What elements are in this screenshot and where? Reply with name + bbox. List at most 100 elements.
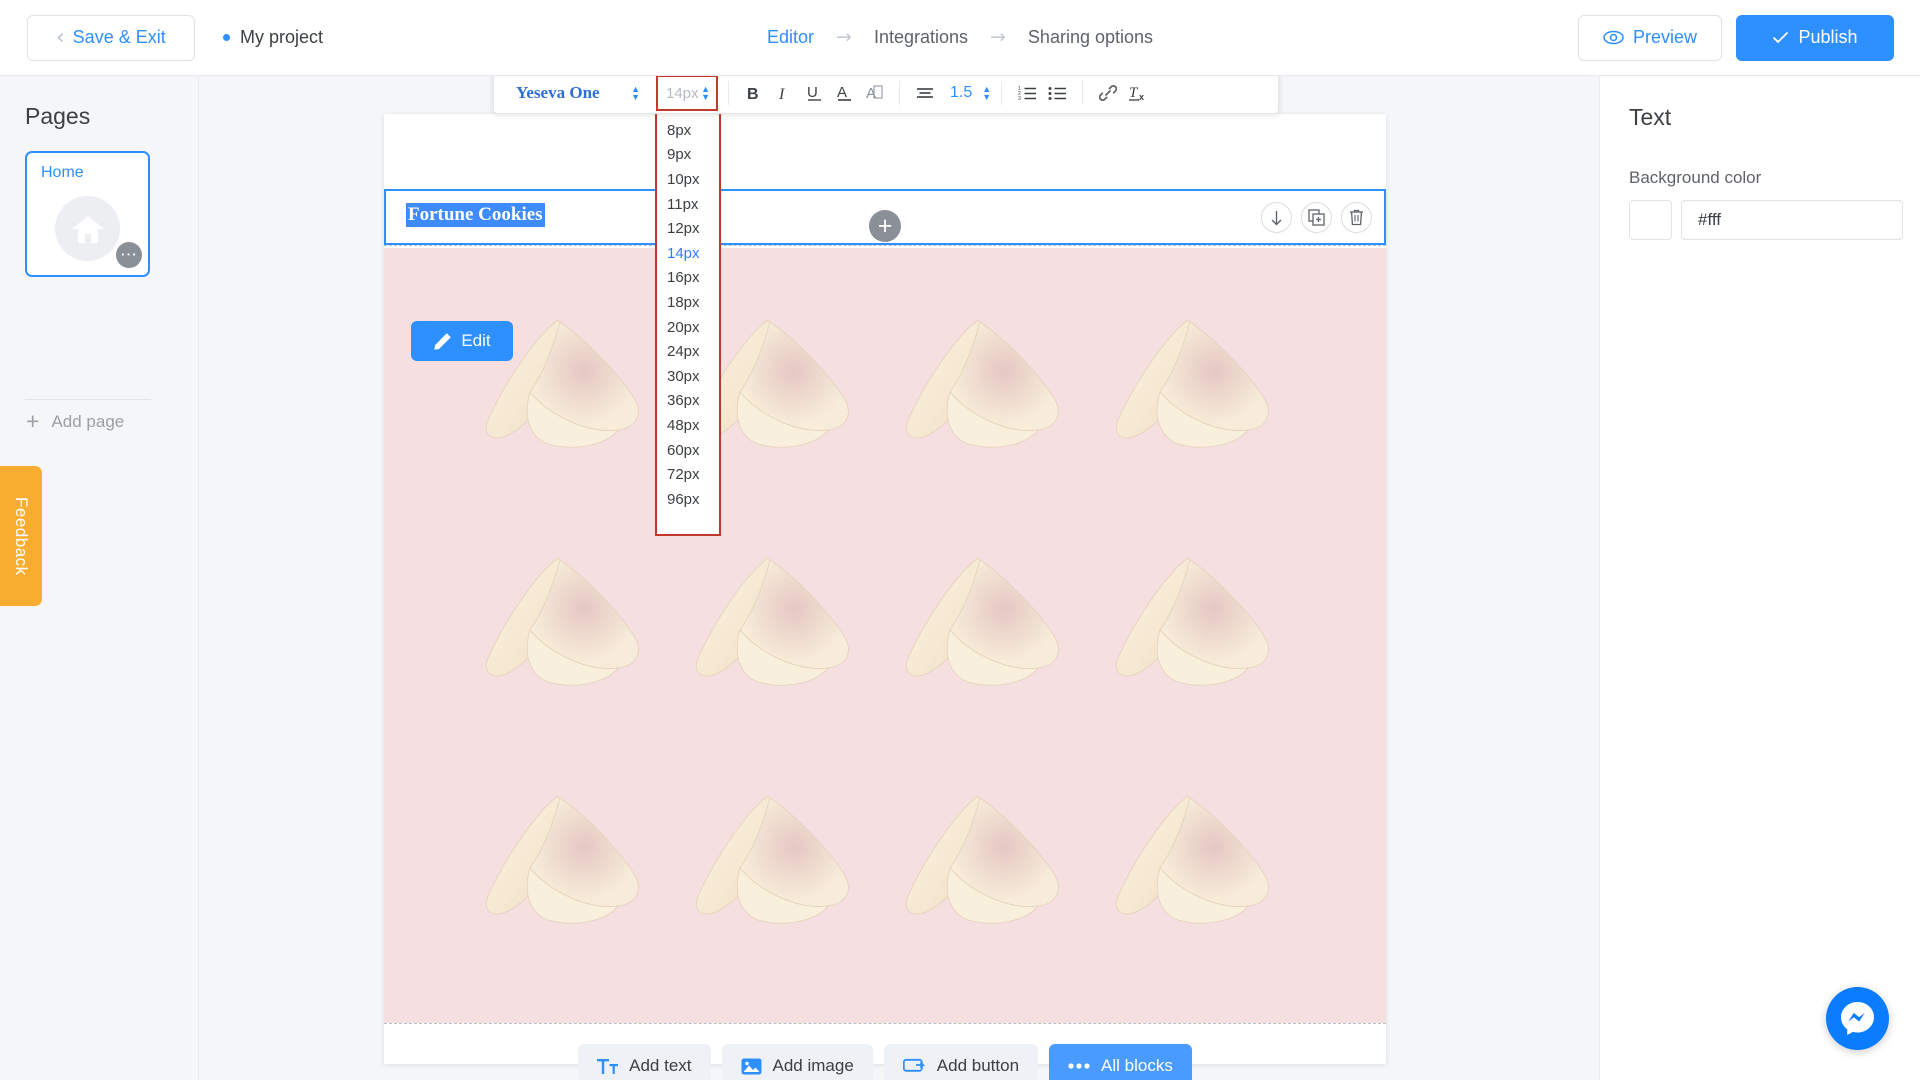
svg-text:A: A [866, 85, 876, 102]
ordered-list-button[interactable]: 123 [1012, 78, 1042, 108]
rich-text-toolbar: Yeseva One ▲ ▼ 14px ▲ ▼ B I U A A 1.5 ▲ ▼ [493, 76, 1279, 114]
line-height-value[interactable]: 1.5 [950, 84, 972, 102]
messenger-icon [1841, 1002, 1874, 1035]
color-swatch[interactable] [1629, 200, 1672, 240]
bullet-list-button[interactable] [1042, 78, 1072, 108]
plus-icon: + [26, 408, 40, 434]
add-page-label: Add page [51, 411, 125, 431]
font-size-select[interactable]: 14px ▲ ▼ [656, 76, 718, 111]
header-actions: Preview Publish [1578, 14, 1894, 61]
chevron-left-icon: ‹ [56, 25, 65, 49]
add-button-button[interactable]: Add button [883, 1044, 1039, 1080]
font-size-option[interactable]: 8px [657, 118, 719, 143]
preview-button[interactable]: Preview [1578, 14, 1722, 61]
fortune-cookie-grid [464, 300, 1304, 1014]
font-size-option[interactable]: 10px [657, 167, 719, 192]
tab-integrations[interactable]: Integrations [852, 27, 990, 48]
primary-nav: Editor → Integrations → Sharing options [745, 27, 1175, 48]
messenger-chat-button[interactable] [1826, 987, 1889, 1050]
preview-label: Preview [1632, 27, 1698, 47]
font-family-value: Yeseva One [516, 83, 600, 102]
font-size-dropdown[interactable]: 8px 9px 10px 11px 12px 14px 16px 18px 20… [655, 106, 721, 536]
insert-block-handle[interactable]: + [869, 210, 901, 242]
edit-image-button[interactable]: Edit [411, 321, 513, 361]
font-color-button[interactable]: A [829, 78, 859, 108]
add-text-button[interactable]: Add text [578, 1044, 711, 1080]
page-card-home[interactable]: Home ⋯ [25, 151, 150, 277]
link-button[interactable] [1093, 78, 1123, 108]
font-size-option[interactable]: 12px [657, 216, 719, 241]
text-block-content[interactable]: Fortune Cookies [406, 203, 545, 227]
all-blocks-label: All blocks [1101, 1056, 1173, 1075]
underline-button[interactable]: U [799, 78, 829, 108]
cookie-image [464, 776, 674, 1014]
add-block-bar: Add text Add image Add button All blocks [384, 1044, 1386, 1080]
duplicate-button[interactable] [1301, 202, 1332, 233]
trash-icon [1350, 209, 1363, 226]
feedback-label: Feedback [12, 496, 31, 576]
italic-button[interactable]: I [769, 78, 799, 108]
background-color-row: #fff [1629, 200, 1920, 240]
edit-label: Edit [461, 331, 491, 350]
hex-color-input[interactable]: #fff [1681, 200, 1903, 240]
font-family-select[interactable]: Yeseva One ▲ ▼ [494, 83, 654, 103]
publish-button[interactable]: Publish [1736, 14, 1894, 61]
font-size-option[interactable]: 36px [657, 389, 719, 414]
font-size-option[interactable]: 9px [657, 143, 719, 168]
font-size-option[interactable]: 96px [657, 487, 719, 512]
font-size-option[interactable]: 20px [657, 315, 719, 340]
properties-panel: Text Background color #fff [1599, 76, 1920, 1080]
image-block[interactable]: Edit [384, 248, 1386, 1023]
page-options-button[interactable]: ⋯ [116, 242, 142, 268]
svg-text:A: A [837, 84, 847, 101]
cookie-image [464, 538, 674, 776]
pages-title: Pages [25, 103, 91, 129]
page-canvas: Fortune Cookies + Edit Add text Add imag… [384, 114, 1386, 1080]
page-card-label: Home [41, 164, 84, 181]
background-color-label: Background color [1629, 168, 1762, 187]
cookie-image [1094, 300, 1304, 538]
font-size-option[interactable]: 16px [657, 266, 719, 291]
publish-label: Publish [1798, 27, 1858, 47]
add-page-button[interactable]: + Add page [26, 410, 124, 433]
add-image-button[interactable]: Add image [721, 1044, 873, 1080]
delete-button[interactable] [1341, 202, 1372, 233]
font-size-option[interactable]: 48px [657, 413, 719, 438]
tab-editor[interactable]: Editor [745, 27, 836, 48]
font-size-value: 14px [666, 84, 699, 102]
cookie-image [884, 776, 1094, 1014]
toolbar-divider [899, 81, 900, 105]
save-and-exit-button[interactable]: ‹ Save & Exit [27, 14, 195, 61]
line-height-stepper[interactable]: ▲ ▼ [982, 85, 991, 102]
text-icon [597, 1058, 619, 1074]
highlight-button[interactable]: A [859, 78, 889, 108]
font-size-option-selected[interactable]: 14px [657, 241, 719, 266]
move-down-button[interactable] [1261, 202, 1292, 233]
font-size-option[interactable]: 24px [657, 339, 719, 364]
bold-button[interactable]: B [739, 78, 769, 108]
feedback-tab[interactable]: Feedback [0, 466, 42, 606]
page-thumbnail [55, 196, 120, 261]
arrow-right-icon: → [836, 26, 852, 48]
add-image-label: Add image [772, 1056, 854, 1075]
arrow-right-icon: → [990, 26, 1006, 48]
toolbar-divider [1001, 81, 1003, 105]
font-size-option[interactable]: 11px [657, 192, 719, 217]
tab-sharing-options[interactable]: Sharing options [1006, 27, 1175, 48]
sidebar-divider [25, 399, 151, 400]
all-blocks-button[interactable]: All blocks [1049, 1044, 1192, 1080]
font-size-option[interactable]: 60px [657, 438, 719, 463]
font-size-option[interactable]: 18px [657, 290, 719, 315]
stepper-icon: ▲ ▼ [701, 84, 710, 102]
font-size-option[interactable]: 72px [657, 462, 719, 487]
svg-text:B: B [747, 86, 759, 102]
svg-text:I: I [778, 86, 785, 102]
check-icon [1773, 31, 1789, 44]
project-name-indicator[interactable]: My project [223, 27, 323, 48]
cookie-image [674, 538, 884, 776]
font-size-option[interactable]: 30px [657, 364, 719, 389]
block-boundary-line [384, 245, 1386, 246]
align-button[interactable] [910, 78, 940, 108]
unsaved-dot-icon [223, 34, 230, 41]
clear-format-button[interactable]: Tx [1123, 78, 1153, 108]
